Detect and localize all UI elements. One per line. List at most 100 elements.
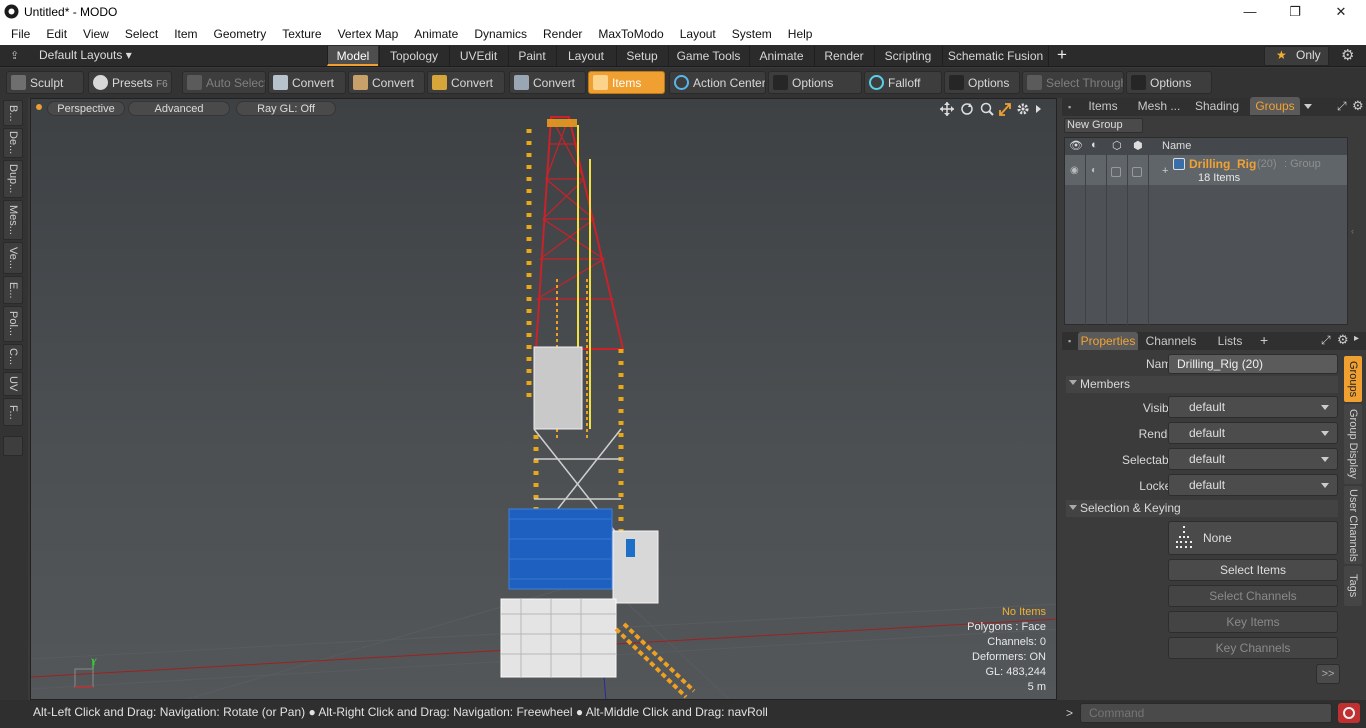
selectable-dropdown[interactable]: default [1168, 448, 1338, 470]
side-tab-groups[interactable]: Groups [1344, 356, 1362, 402]
options-button-1[interactable]: Options [768, 71, 862, 94]
options-button-2[interactable]: Options [944, 71, 1020, 94]
visible-dropdown[interactable]: default [1168, 396, 1338, 418]
menu-select[interactable]: Select [117, 27, 166, 41]
tab-model[interactable]: Model [327, 46, 378, 66]
left-tab-mesh-edit[interactable]: Mes... [3, 200, 23, 240]
tab-layout[interactable]: Layout [556, 46, 615, 66]
left-tab-fusion[interactable]: F... [3, 398, 23, 426]
tab-channels[interactable]: Channels [1142, 332, 1200, 350]
left-tab-polygon[interactable]: Pol... [3, 306, 23, 342]
menu-animate[interactable]: Animate [406, 27, 466, 41]
select-through-button[interactable]: Select Through [1022, 71, 1124, 94]
render-dropdown[interactable]: default [1168, 422, 1338, 444]
left-tab-curve[interactable]: C... [3, 344, 23, 370]
left-tab-vertex[interactable]: Ve... [3, 242, 23, 274]
key-items-button[interactable]: Key Items [1168, 611, 1338, 633]
minimize-button[interactable]: — [1227, 0, 1273, 23]
tab-uvedit[interactable]: UVEdit [449, 46, 507, 66]
tab-lists[interactable]: Lists [1204, 332, 1256, 350]
tab-animate[interactable]: Animate [749, 46, 813, 66]
menu-texture[interactable]: Texture [274, 27, 329, 41]
gear-icon[interactable]: ⚙ [1341, 46, 1354, 64]
menu-help[interactable]: Help [780, 27, 821, 41]
selection-keying-section[interactable]: Selection & Keying [1066, 500, 1338, 517]
add-tab-button[interactable]: + [1057, 45, 1067, 65]
row-select-checkbox[interactable] [1132, 167, 1142, 177]
command-input[interactable] [1080, 703, 1332, 723]
row-render-icon[interactable]: ◐ [1091, 165, 1097, 176]
members-collapse-icon[interactable] [1069, 380, 1077, 385]
layout-pin-icon[interactable]: ⇪ [10, 49, 19, 62]
add-props-tab-button[interactable]: + [1260, 332, 1268, 348]
panel-expand-icon[interactable]: ⤢ [1337, 99, 1347, 114]
menu-layout[interactable]: Layout [672, 27, 724, 41]
close-button[interactable]: ✕ [1318, 0, 1364, 23]
tab-overflow-arrow-icon[interactable] [1304, 104, 1312, 109]
panel-menu-dot-icon[interactable]: ▪ [1068, 102, 1071, 112]
more-options-button[interactable]: >> [1316, 664, 1340, 684]
left-tab-extra[interactable] [3, 436, 23, 456]
locked-dropdown[interactable]: default [1168, 474, 1338, 496]
group-name[interactable]: Drilling_Rig [1189, 157, 1256, 171]
auto-select-button[interactable]: Auto Select [182, 71, 266, 94]
sculpt-button[interactable]: Sculpt [6, 71, 84, 94]
menu-edit[interactable]: Edit [38, 27, 75, 41]
tab-groups[interactable]: Groups [1250, 97, 1300, 115]
tab-mesh[interactable]: Mesh ... [1132, 97, 1186, 115]
sel-keying-collapse-icon[interactable] [1069, 505, 1077, 510]
menu-maxtomodo[interactable]: MaxToModo [590, 27, 671, 41]
default-layouts-dropdown[interactable]: Default Layouts ▾ [39, 48, 132, 62]
maximize-button[interactable]: ❐ [1272, 0, 1318, 23]
convert-button-1[interactable]: Convert [268, 71, 346, 94]
menu-system[interactable]: System [724, 27, 780, 41]
presets-button[interactable]: Presets F6 [88, 71, 172, 94]
tab-scripting[interactable]: Scripting [874, 46, 941, 66]
drilling-rig-model[interactable] [500, 116, 696, 699]
menu-render[interactable]: Render [535, 27, 590, 41]
left-tab-basic[interactable]: B... [3, 100, 23, 126]
tab-game-tools[interactable]: Game Tools [668, 46, 748, 66]
options-button-3[interactable]: Options [1126, 71, 1212, 94]
left-tab-edge[interactable]: E... [3, 276, 23, 304]
props-close-icon[interactable]: ▸ [1354, 333, 1359, 344]
panel-gear-icon[interactable]: ⚙ [1352, 98, 1364, 114]
expand-plus-icon[interactable]: + [1162, 165, 1168, 177]
row-lock-checkbox[interactable] [1111, 167, 1121, 177]
tab-shading[interactable]: Shading [1190, 97, 1244, 115]
list-scroll-handle[interactable]: ‹ [1351, 226, 1354, 236]
tab-render[interactable]: Render [814, 46, 873, 66]
left-tab-duplicate[interactable]: Dup... [3, 160, 23, 198]
tab-setup[interactable]: Setup [616, 46, 667, 66]
select-items-button[interactable]: Select Items [1168, 559, 1338, 581]
tab-schematic-fusion[interactable]: Schematic Fusion [942, 46, 1049, 66]
3d-viewport[interactable]: Perspective Advanced Ray GL: Off Y No It… [30, 98, 1057, 700]
props-expand-icon[interactable]: ⤢ [1321, 333, 1331, 348]
row-eye-icon[interactable]: ◉ [1070, 165, 1079, 176]
select-channels-button[interactable]: Select Channels [1168, 585, 1338, 607]
left-tab-deform[interactable]: De... [3, 128, 23, 158]
menu-item[interactable]: Item [166, 27, 205, 41]
props-gear-icon[interactable]: ⚙ [1337, 332, 1349, 348]
falloff-button[interactable]: Falloff [864, 71, 942, 94]
convert-button-3[interactable]: Convert [427, 71, 505, 94]
side-tab-tags[interactable]: Tags [1344, 566, 1362, 606]
side-tab-user-channels[interactable]: User Channels [1344, 486, 1362, 564]
convert-button-4[interactable]: Convert [509, 71, 586, 94]
tab-paint[interactable]: Paint [508, 46, 555, 66]
new-group-button[interactable]: New Group [1064, 118, 1143, 133]
group-name-field[interactable]: Drilling_Rig (20) [1168, 354, 1338, 374]
key-channels-button[interactable]: Key Channels [1168, 637, 1338, 659]
menu-dynamics[interactable]: Dynamics [466, 27, 535, 41]
action-center-button[interactable]: Action Center [669, 71, 766, 94]
only-toggle[interactable]: Only [1296, 48, 1321, 62]
menu-view[interactable]: View [75, 27, 117, 41]
tab-topology[interactable]: Topology [379, 46, 448, 66]
left-tab-uv[interactable]: UV [3, 372, 23, 396]
members-section[interactable]: Members [1066, 376, 1338, 393]
menu-geometry[interactable]: Geometry [206, 27, 275, 41]
side-tab-group-display[interactable]: Group Display [1344, 404, 1362, 484]
tab-items[interactable]: Items [1079, 97, 1127, 115]
items-mode-button[interactable]: Items [588, 71, 665, 94]
menu-file[interactable]: File [0, 27, 38, 41]
